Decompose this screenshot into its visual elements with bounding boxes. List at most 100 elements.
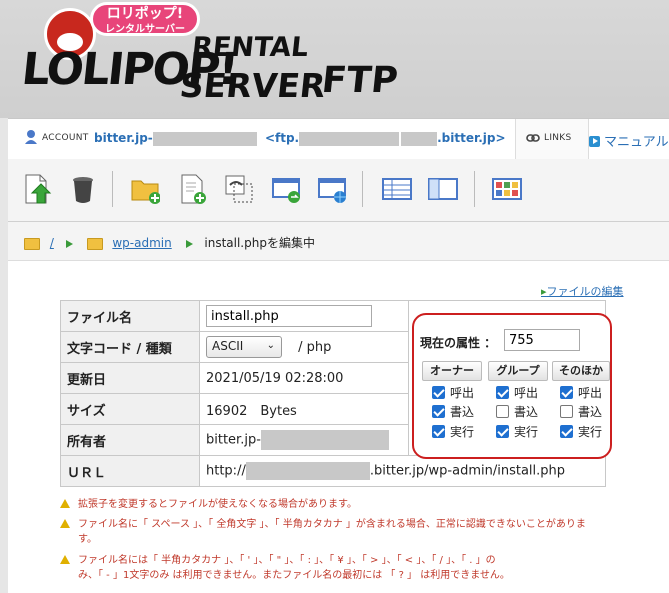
filename-cell: [199, 300, 409, 332]
folder-icon: [24, 237, 40, 250]
group-group-header: グループ: [488, 361, 548, 381]
breadcrumb-row: / wp-admin install.phpを編集中: [24, 234, 315, 251]
copy-icon[interactable]: [224, 173, 254, 205]
account-bar: ACCOUNT bitter.jp- <ftp. .bitter.jp> LINK…: [8, 118, 669, 160]
logo-bubble-line1: ロリポップ!: [106, 6, 184, 22]
other-exec-label: 実行: [578, 425, 603, 439]
toolbar: [8, 159, 669, 222]
owner-write-checkbox[interactable]: [432, 405, 445, 418]
table-row: ＵＲＬ http:// .bitter.jp/wp-admin/install.p…: [60, 455, 606, 487]
ftp-prefix: <ftp.: [264, 131, 300, 145]
arrow-right-icon: [185, 239, 193, 248]
group-read-checkbox[interactable]: [496, 386, 509, 399]
owner-cell: bitter.jp-: [199, 424, 409, 456]
warning-icon: [60, 555, 70, 564]
breadcrumb-folder-link[interactable]: wp-admin: [112, 236, 171, 250]
owner-exec-checkbox[interactable]: [432, 425, 445, 438]
warning-item: ファイル名には「 半角カタカナ 」、「 ' 」、「 " 」、「 : 」、「 ¥ …: [60, 553, 496, 569]
group-write-checkbox[interactable]: [496, 405, 509, 418]
logo-bubble: ロリポップ! レンタルサーバー: [90, 2, 200, 36]
logo-ftp-text: FTP: [319, 60, 400, 101]
manual-link[interactable]: マニュアル: [589, 131, 669, 150]
header: ロリポップ! レンタルサーバー LOLIPOP! RENTAL SERVER F…: [0, 0, 669, 118]
logo-rental-text: RENTAL: [190, 32, 310, 63]
filename-label: ファイル名: [60, 300, 200, 332]
new-folder-icon[interactable]: [130, 173, 160, 205]
warning-icon: [60, 519, 70, 528]
size-label: サイズ: [60, 393, 200, 425]
arrow-right-icon: [65, 239, 73, 248]
filename-input[interactable]: [206, 305, 372, 327]
url-cell: http:// .bitter.jp/wp-admin/install.php: [199, 455, 606, 487]
other-read-label: 呼出: [578, 386, 603, 400]
other-group-header: そのほか: [552, 361, 610, 381]
owner-exec-label: 実行: [450, 425, 475, 439]
account-prefix: bitter.jp-: [94, 131, 153, 145]
new-file-icon[interactable]: [178, 173, 208, 205]
lolipop-logo[interactable]: ロリポップ! レンタルサーバー LOLIPOP! RENTAL SERVER F…: [19, 2, 402, 114]
redacted-block: [401, 131, 438, 146]
redacted-block: [299, 131, 400, 146]
redacted-block: [152, 131, 257, 146]
breadcrumb-root-link[interactable]: /: [50, 236, 54, 250]
user-icon: [25, 130, 37, 144]
encoding-label: 文字コード / 種類: [60, 331, 200, 363]
other-read-checkbox[interactable]: [560, 386, 573, 399]
encoding-cell: ASCII ⌄ / php: [199, 331, 409, 363]
warning-item: ファイル名に「 スペース 」、「 全角文字 」、「 半角カタカナ 」が含まれる場…: [60, 517, 586, 533]
updated-value: 2021/05/19 02:28:00: [199, 362, 409, 394]
url-label: ＵＲＬ: [60, 455, 200, 487]
owner-group-header: オーナー: [422, 361, 482, 381]
account-value[interactable]: bitter.jp- <ftp. .bitter.jp>: [94, 131, 506, 146]
url-prefix: http://: [206, 463, 246, 479]
play-icon: [589, 136, 600, 147]
thumbnail-view-icon[interactable]: [492, 173, 522, 205]
permission-panel: 現在の属性 ： オーナー グループ そのほか 呼出 呼出 呼出 書込 書込 書込…: [412, 313, 612, 459]
url-suffix: .bitter.jp/wp-admin/install.php: [369, 463, 566, 479]
permission-label: 現在の属性 ：: [420, 336, 497, 350]
toolbar-separator: [112, 171, 113, 207]
warning-item: 拡張子を変更するとファイルが使えなくなる場合があります。: [60, 497, 357, 513]
other-exec-checkbox[interactable]: [560, 425, 573, 438]
web-icon[interactable]: [318, 173, 348, 205]
breadcrumb-current: install.phpを編集中: [204, 236, 315, 250]
group-read-label: 呼出: [514, 386, 539, 400]
owner-prefix: bitter.jp-: [206, 432, 261, 448]
other-write-checkbox[interactable]: [560, 405, 573, 418]
upload-icon[interactable]: [22, 173, 52, 205]
file-type: / php: [298, 339, 332, 355]
breadcrumb: / wp-admin install.phpを編集中: [8, 222, 669, 261]
group-write-label: 書込: [514, 405, 539, 419]
links-button[interactable]: LINKS: [515, 119, 589, 159]
folder-icon: [86, 237, 103, 250]
redacted-block: [245, 462, 370, 480]
logo-bubble-line2: レンタルサーバー: [105, 24, 185, 35]
account-label: ACCOUNT: [42, 133, 89, 143]
permission-input[interactable]: [504, 329, 580, 351]
warning-icon: [60, 499, 70, 508]
toolbar-separator: [362, 171, 363, 207]
trash-icon[interactable]: [68, 173, 98, 205]
group-exec-label: 実行: [514, 425, 539, 439]
link-chain-icon: [526, 134, 540, 142]
warning-continuation: み、「 - 」1文字のみ は利用できません。またファイル名の最初には 「 ? 」…: [78, 570, 510, 581]
group-exec-checkbox[interactable]: [496, 425, 509, 438]
redacted-block: [260, 430, 389, 450]
owner-label: 所有者: [60, 424, 200, 456]
file-edit-link[interactable]: ▸ファイルの編集: [541, 283, 624, 299]
owner-write-label: 書込: [450, 405, 475, 419]
main-panel: ▸ファイルの編集 ファイル名 文字コード / 種類 ASCII⌄ / php 更…: [8, 261, 669, 593]
logo-server-text: SERVER: [177, 66, 328, 105]
manual-label: マニュアル: [604, 135, 669, 150]
ftp-suffix: .bitter.jp>: [437, 131, 506, 145]
toolbar-separator: [474, 171, 475, 207]
list-view-icon[interactable]: [382, 173, 412, 205]
encoding-select[interactable]: ASCII ⌄: [206, 336, 282, 358]
rename-icon[interactable]: [272, 173, 302, 205]
detail-view-icon[interactable]: [428, 173, 458, 205]
size-value: 16902 Bytes: [199, 393, 409, 425]
warning-continuation: す。: [78, 534, 97, 545]
chevron-down-icon: ⌄: [266, 340, 275, 351]
links-label: LINKS: [544, 133, 572, 143]
owner-read-checkbox[interactable]: [432, 386, 445, 399]
